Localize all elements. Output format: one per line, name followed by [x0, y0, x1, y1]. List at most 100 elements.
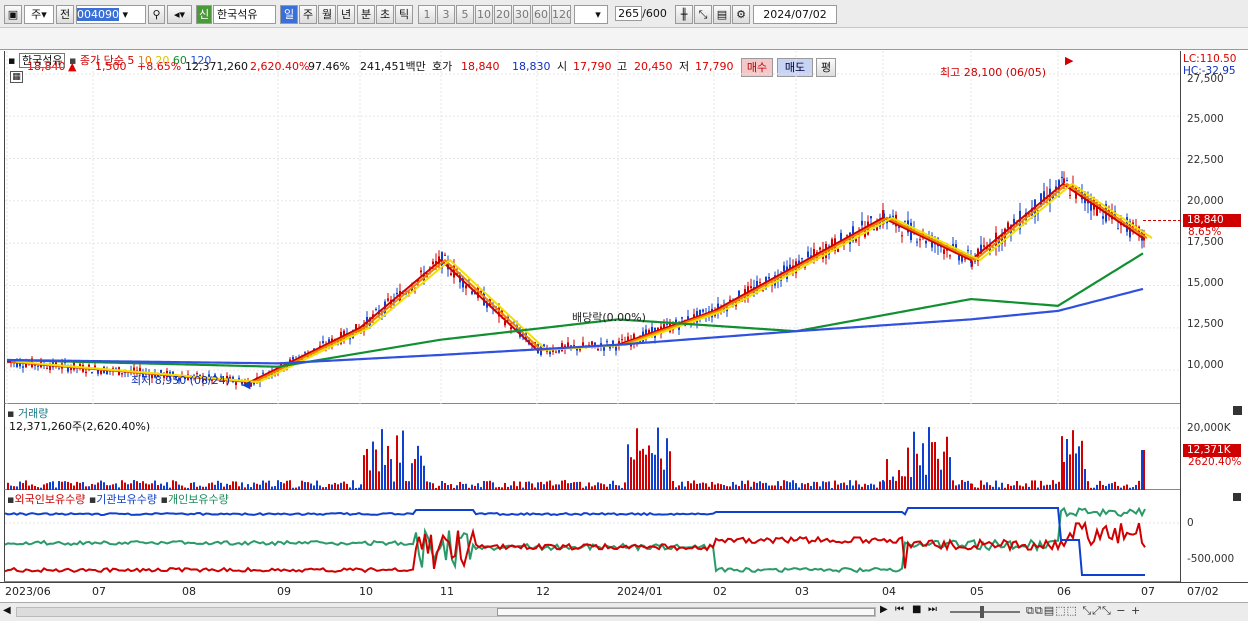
- table-icon[interactable]: ▦: [10, 71, 23, 83]
- crosshair-icon[interactable]: ⤡: [694, 5, 712, 24]
- vol-bar-315: [949, 457, 951, 490]
- vol-bar-295: [889, 479, 891, 490]
- candle-body-289: [873, 229, 875, 231]
- candle-body-225: [681, 317, 683, 319]
- interval-3[interactable]: 3: [437, 5, 455, 24]
- legend-stock[interactable]: 한국석유: [18, 53, 66, 68]
- chart-legend: ▪ 한국석유 ▪ 종가 단순 5 10 20 60 120: [8, 52, 211, 68]
- date-input[interactable]: 2024/07/02: [753, 5, 837, 24]
- candle-body-21: [70, 368, 72, 370]
- interval-10[interactable]: 10: [475, 5, 493, 24]
- vol-bar-341: [1025, 483, 1027, 490]
- vol-bar-44: [139, 482, 141, 490]
- forward-icon[interactable]: ⏭: [928, 604, 937, 615]
- vol-bar-274: [828, 481, 830, 490]
- stock-name[interactable]: 한국석유: [213, 5, 276, 24]
- volume-pct-tag: 2620.40%: [1188, 456, 1242, 468]
- price-panel[interactable]: ▶ ◀ ▪ 한국석유 ▪ 종가 단순 5 10 20 60 120 ▦ 최고 28…: [4, 51, 1181, 404]
- volume-panel[interactable]: ▪ 거래량 12,371,260주(2,620.40%): [4, 404, 1242, 490]
- tool-icons[interactable]: ⧉⧉▤⬚⬚ ⤡⤢⤡ − +: [1026, 604, 1141, 618]
- vol-bar-48: [151, 483, 153, 490]
- vol-bar-103: [316, 480, 318, 490]
- vol-bar-265: [801, 483, 803, 490]
- period-day[interactable]: 일: [280, 5, 298, 24]
- scroll-right-icon[interactable]: ▶: [880, 604, 888, 615]
- vol-bar-94: [289, 480, 291, 490]
- interval-30[interactable]: 30: [513, 5, 531, 24]
- candle-body-313: [943, 249, 945, 254]
- vol-bar-314: [946, 436, 948, 490]
- vol-bar-78: [241, 482, 243, 490]
- period-tick[interactable]: 틱: [395, 5, 413, 24]
- candle-body-181: [549, 351, 551, 355]
- vol-bar-276: [834, 480, 836, 490]
- interval-5[interactable]: 5: [456, 5, 474, 24]
- stock-code-input[interactable]: 004090 ▾: [76, 5, 146, 24]
- vol-bar-43: [136, 481, 138, 490]
- period-minute[interactable]: 분: [357, 5, 375, 24]
- vol-bar-41: [130, 483, 132, 490]
- volume-close-icon[interactable]: [1233, 407, 1241, 415]
- candle-icon[interactable]: ╫: [675, 5, 693, 24]
- xlabel-10: 04: [882, 585, 896, 598]
- period-year[interactable]: 년: [337, 5, 355, 24]
- vol-bar-355: [1066, 439, 1068, 490]
- window-icon[interactable]: ▣: [4, 5, 22, 24]
- market-select[interactable]: 주▾: [24, 5, 54, 24]
- period-week[interactable]: 주: [299, 5, 317, 24]
- vol-bar-171: [519, 481, 521, 490]
- search-icon[interactable]: ⚲: [148, 5, 165, 24]
- vol-bar-356: [1069, 454, 1071, 490]
- vol-bar-14: [49, 482, 51, 490]
- vol-bar-32: [103, 482, 105, 490]
- interval-1[interactable]: 1: [418, 5, 436, 24]
- legend-ma20: 20: [155, 54, 170, 67]
- interval-120[interactable]: 120: [551, 5, 571, 24]
- vol-bar-160: [486, 481, 488, 490]
- stop-icon[interactable]: ■: [912, 604, 921, 615]
- vol-bar-130: [396, 435, 398, 490]
- xlabel-6: 12: [536, 585, 550, 598]
- vol-bar-300: [904, 476, 906, 490]
- xlabel-3: 09: [277, 585, 291, 598]
- vol-bar-39: [124, 482, 126, 490]
- vol-bar-166: [504, 482, 506, 490]
- zoom-slider[interactable]: [950, 606, 1020, 618]
- vol-bar-90: [277, 480, 279, 490]
- vol-bar-138: [420, 455, 422, 490]
- candle-body-153: [465, 285, 467, 289]
- save-icon[interactable]: ▤: [713, 5, 731, 24]
- holdings-close-icon[interactable]: [1233, 493, 1241, 501]
- vol-bar-49: [154, 480, 156, 490]
- ytick-20000: 20,000: [1187, 195, 1224, 207]
- scrollbar-thumb[interactable]: [497, 608, 875, 616]
- vol-bar-225: [681, 481, 683, 490]
- vol-bar-283: [855, 480, 857, 490]
- vol-bar-305: [919, 465, 921, 490]
- interval-select[interactable]: ▾: [574, 5, 608, 24]
- prev-button[interactable]: 전: [56, 5, 74, 24]
- speaker-icon[interactable]: ◂▾: [167, 5, 192, 24]
- rewind-icon[interactable]: ⏮: [895, 604, 904, 615]
- interval-20[interactable]: 20: [494, 5, 512, 24]
- vol-bar-215: [651, 453, 653, 490]
- vol-bar-296: [892, 476, 894, 490]
- gear-icon[interactable]: ⚙: [732, 5, 750, 24]
- vol-bar-214: [648, 445, 650, 490]
- period-month[interactable]: 월: [318, 5, 336, 24]
- vol-bar-24: [79, 482, 81, 490]
- interval-60[interactable]: 60: [532, 5, 550, 24]
- vol-bar-162: [492, 482, 494, 490]
- holdings-panel[interactable]: ▪외국인보유수량 ▪기관보유수량 ▪개인보유수량: [4, 490, 1181, 582]
- count-display[interactable]: 265/600: [612, 5, 670, 24]
- scroll-left-icon[interactable]: ◀: [3, 605, 11, 616]
- vol-bar-321: [967, 480, 969, 490]
- zoom-handle[interactable]: [980, 606, 984, 618]
- candle-body-26: [85, 371, 87, 374]
- candle-body-248: [750, 286, 752, 289]
- period-second[interactable]: 초: [376, 5, 394, 24]
- scrollbar-track[interactable]: [16, 607, 876, 617]
- vol-bar-139: [423, 465, 425, 490]
- vol-bar-127: [387, 445, 389, 490]
- candle-body-305: [919, 239, 921, 241]
